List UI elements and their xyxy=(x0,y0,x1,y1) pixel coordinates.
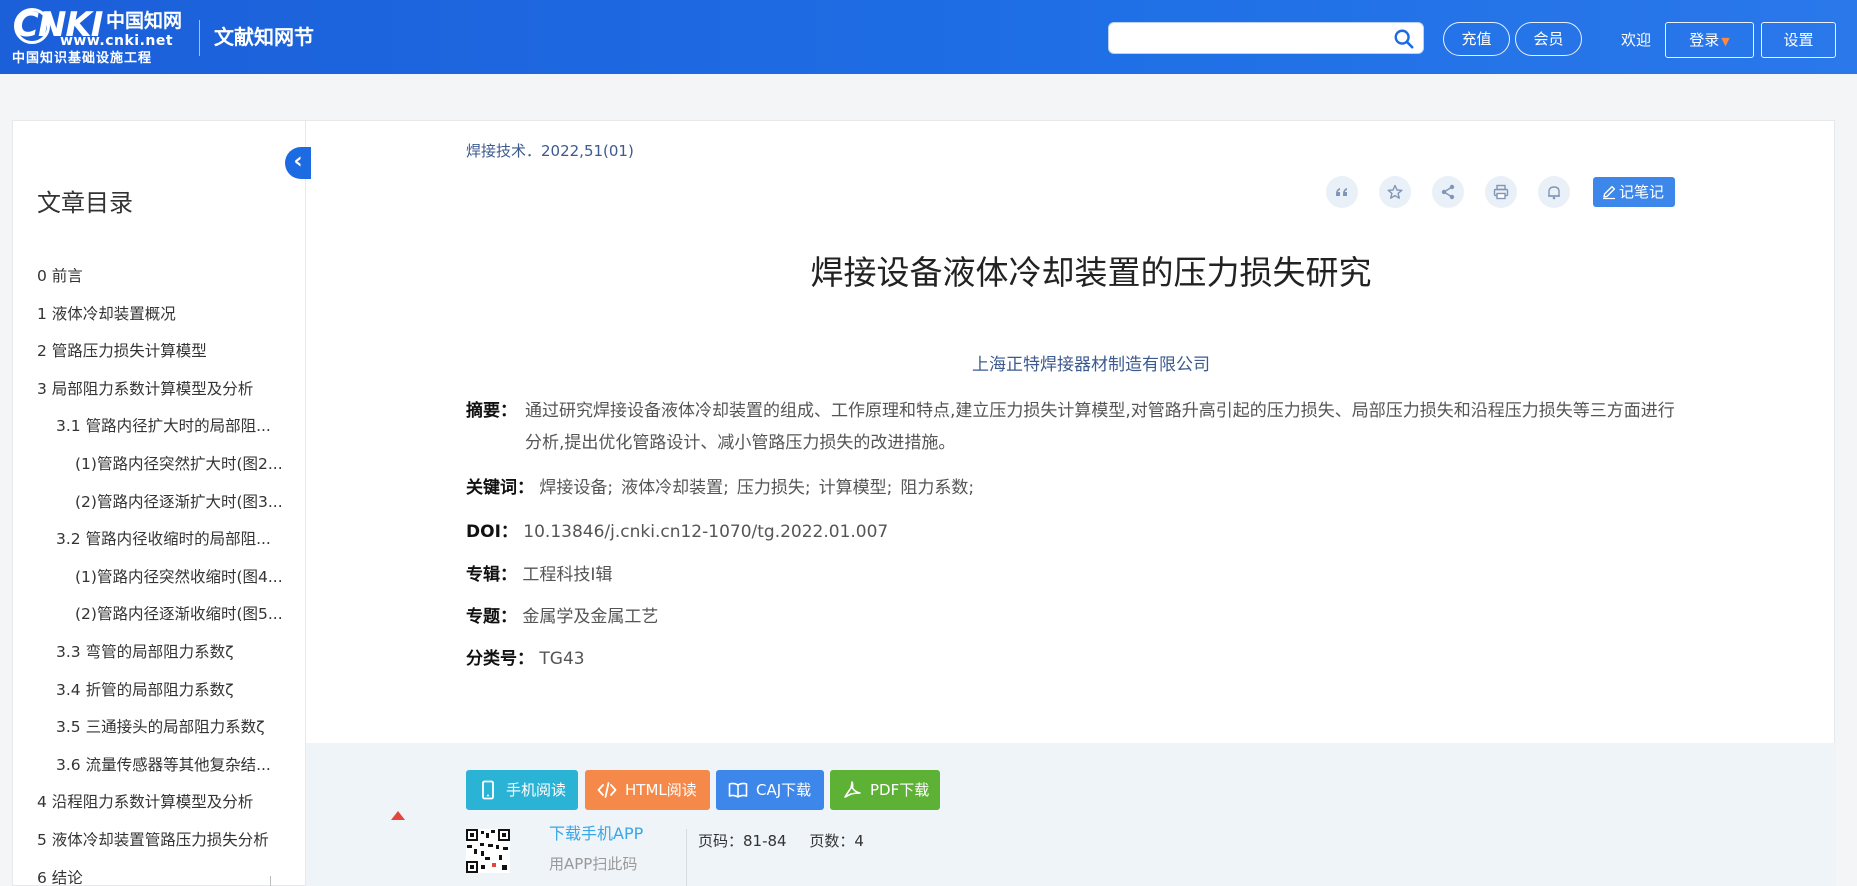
page-info: 页码：81-84 页数：4 xyxy=(698,830,864,852)
topic-value: 金属学及金属工艺 xyxy=(522,607,659,627)
toc-item[interactable]: 2 管路压力损失计算模型 xyxy=(37,332,302,370)
member-button[interactable]: 会员 xyxy=(1515,22,1582,56)
series-label: 专辑： xyxy=(466,565,517,585)
search-icon[interactable] xyxy=(1393,28,1415,50)
toc-list: 0 前言 1 液体冷却装置概况 2 管路压力损失计算模型 3 局部阻力系数计算模… xyxy=(37,257,302,886)
download-area: 手机阅读 HTML阅读 CAJ下载 PDF下载 下载手机APP 用APP扫此码 xyxy=(306,743,1836,886)
toc-item[interactable]: 3 局部阻力系数计算模型及分析 xyxy=(37,370,302,408)
site-title: 文献知网节 xyxy=(214,25,314,49)
toc-item[interactable]: 3.1 管路内径扩大时的局部阻... xyxy=(37,407,302,445)
take-note-button[interactable]: 记笔记 xyxy=(1593,177,1675,207)
keyword-link[interactable]: 阻力系数; xyxy=(900,478,974,498)
abstract: 摘要： 通过研究焊接设备液体冷却装置的组成、工作原理和特点,建立压力损失计算模型… xyxy=(466,396,1682,459)
welcome-text: 欢迎 xyxy=(1621,31,1652,49)
phone-icon xyxy=(482,780,494,800)
divider xyxy=(270,876,271,886)
download-app-link[interactable]: 下载手机APP xyxy=(549,823,643,845)
clc-label: 分类号： xyxy=(466,649,534,669)
page-range: 81-84 xyxy=(743,832,787,850)
logo-sub-text: 中国知识基础设施工程 xyxy=(12,51,153,66)
keywords-row: 关键词： 焊接设备; 液体冷却装置; 压力损失; 计算模型; 阻力系数; xyxy=(466,473,982,504)
active-caret-icon xyxy=(391,811,405,820)
series-value: 工程科技Ⅰ辑 xyxy=(522,565,613,585)
author-organization[interactable]: 上海正特焊接器材制造有限公司 xyxy=(516,353,1666,377)
caj-download-button[interactable]: CAJ下载 xyxy=(716,770,824,810)
doi-row: DOI： 10.13846/j.cnki.cn12-1070/tg.2022.0… xyxy=(466,517,888,548)
abstract-label: 摘要： xyxy=(466,401,517,421)
mobile-read-label: 手机阅读 xyxy=(506,781,567,799)
search-box[interactable] xyxy=(1108,22,1424,54)
series-row: 专辑： 工程科技Ⅰ辑 xyxy=(466,560,612,591)
abstract-text: 通过研究焊接设备液体冷却装置的组成、工作原理和特点,建立压力损失计算模型,对管路… xyxy=(525,401,1675,453)
login-label: 登录 xyxy=(1689,31,1720,49)
toc-item[interactable]: 3.3 弯管的局部阻力系数ζ xyxy=(37,633,302,671)
pencil-icon xyxy=(1603,185,1616,200)
keywords-label: 关键词： xyxy=(466,478,534,498)
divider xyxy=(686,829,687,886)
toc-item[interactable]: 3.2 管路内径收缩时的局部阻... xyxy=(37,520,302,558)
topic-row: 专题： 金属学及金属工艺 xyxy=(466,602,658,633)
html-read-button[interactable]: HTML阅读 xyxy=(585,770,710,810)
clc-value: TG43 xyxy=(539,649,585,669)
book-icon xyxy=(728,782,748,798)
collapse-sidebar-button[interactable]: ‹ xyxy=(285,147,311,179)
share-icon[interactable] xyxy=(1432,176,1464,208)
mobile-read-button[interactable]: 手机阅读 xyxy=(466,770,578,810)
page-count-label: 页数： xyxy=(809,832,855,850)
toc-item[interactable]: (2)管路内径逐渐收缩时(图5... xyxy=(37,595,302,633)
chevron-down-icon: ▼ xyxy=(1721,35,1730,48)
toc-item[interactable]: 3.4 折管的局部阻力系数ζ xyxy=(37,671,302,709)
toc-item[interactable]: (1)管路内径突然扩大时(图2... xyxy=(37,445,302,483)
doi-value: 10.13846/j.cnki.cn12-1070/tg.2022.01.007 xyxy=(523,522,889,542)
top-header: cnki CNKI 中国知网 www.cnki.net 中国知识基础设施工程 文… xyxy=(0,0,1857,74)
star-icon[interactable] xyxy=(1379,176,1411,208)
logo-url-text: www.cnki.net xyxy=(60,33,174,49)
keyword-link[interactable]: 压力损失; xyxy=(737,478,811,498)
recharge-button[interactable]: 充值 xyxy=(1443,22,1510,56)
pdf-icon xyxy=(844,781,861,798)
journal-source[interactable]: 焊接技术．2022,51(01) xyxy=(466,141,634,161)
logo-cn-text: 中国知网 xyxy=(106,10,183,32)
keyword-link[interactable]: 计算模型; xyxy=(819,478,893,498)
bell-icon[interactable] xyxy=(1538,176,1570,208)
take-note-label: 记笔记 xyxy=(1619,183,1665,201)
toc-item[interactable]: 4 沿程阻力系数计算模型及分析 xyxy=(37,783,302,821)
print-icon[interactable] xyxy=(1485,176,1517,208)
toc-item[interactable]: 6 结论 xyxy=(37,859,302,886)
keyword-link[interactable]: 焊接设备; xyxy=(539,478,613,498)
toc-item[interactable]: 3.6 流量传感器等其他复杂结... xyxy=(37,746,302,784)
toc-item[interactable]: (1)管路内径突然收缩时(图4... xyxy=(37,558,302,596)
code-icon xyxy=(597,782,617,798)
article-title: 焊接设备液体冷却装置的压力损失研究 xyxy=(810,253,1372,292)
article-panel: 焊接技术．2022,51(01) 记笔记 焊接设备液体冷却装置的压力损失研究 上… xyxy=(305,120,1836,886)
cnki-logo[interactable]: cnki CNKI 中国知网 www.cnki.net 中国知识基础设施工程 xyxy=(10,6,184,66)
toc-item[interactable]: 0 前言 xyxy=(37,257,302,295)
topic-label: 专题： xyxy=(466,607,517,627)
doi-label: DOI： xyxy=(466,522,518,542)
settings-button[interactable]: 设置 xyxy=(1761,22,1836,58)
toc-item[interactable]: 5 液体冷却装置管路压力损失分析 xyxy=(37,821,302,859)
toc-title: 文章目录 xyxy=(37,189,133,217)
html-read-label: HTML阅读 xyxy=(625,781,697,799)
qr-code-icon xyxy=(466,829,510,873)
toc-sidebar: 文章目录 0 前言 1 液体冷却装置概况 2 管路压力损失计算模型 3 局部阻力… xyxy=(12,120,305,886)
toc-item[interactable]: 1 液体冷却装置概况 xyxy=(37,295,302,333)
search-input[interactable] xyxy=(1119,27,1379,49)
page-count: 4 xyxy=(854,832,864,850)
login-button[interactable]: 登录 ▼ xyxy=(1665,22,1754,58)
toc-item[interactable]: (2)管路内径逐渐扩大时(图3... xyxy=(37,483,302,521)
keyword-link[interactable]: 液体冷却装置; xyxy=(621,478,729,498)
pdf-download-label: PDF下载 xyxy=(870,781,930,799)
toc-item[interactable]: 3.5 三通接头的局部阻力系数ζ xyxy=(37,708,302,746)
pdf-download-button[interactable]: PDF下载 xyxy=(830,770,940,810)
clc-row: 分类号： TG43 xyxy=(466,644,585,675)
page-range-label: 页码： xyxy=(698,832,744,850)
quote-icon[interactable] xyxy=(1326,176,1358,208)
caj-download-label: CAJ下载 xyxy=(756,781,812,799)
header-divider xyxy=(199,20,200,56)
scan-hint: 用APP扫此码 xyxy=(549,855,638,873)
